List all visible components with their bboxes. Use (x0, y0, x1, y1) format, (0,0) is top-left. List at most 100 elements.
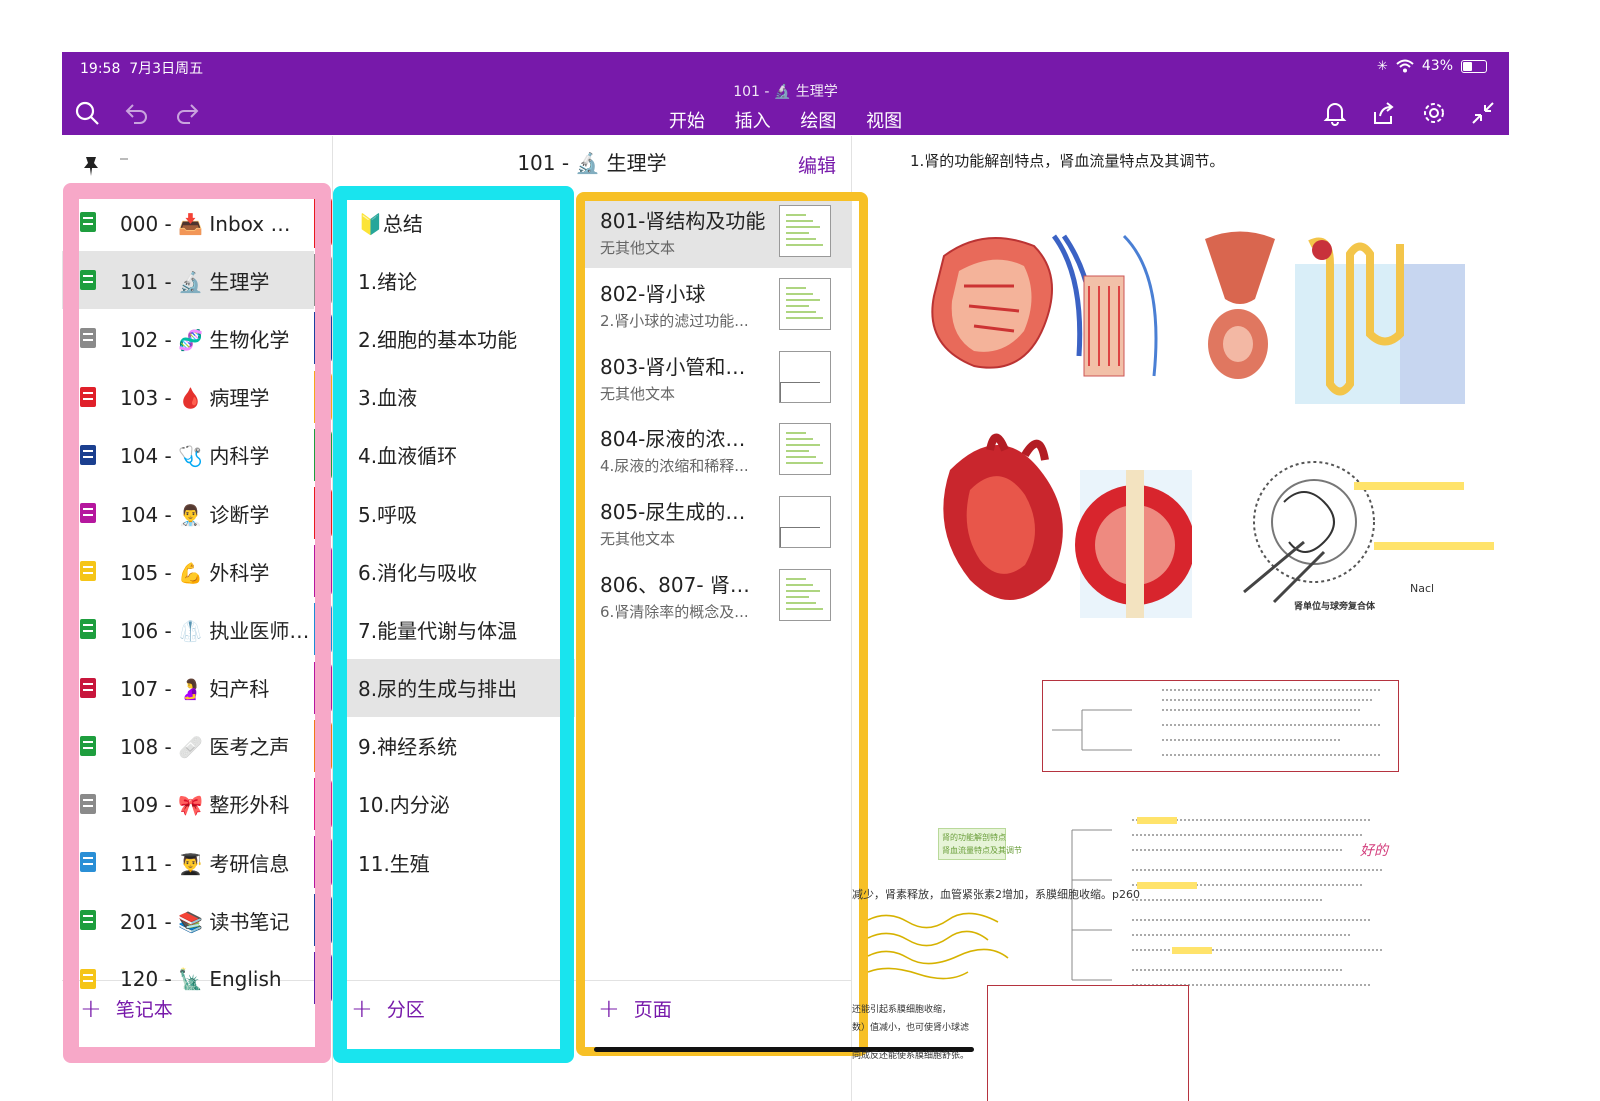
page-item[interactable]: 801-肾结构及功能 无其他文本 (583, 195, 851, 268)
section-item[interactable]: 8.尿的生成与排出 (333, 658, 575, 717)
page-preview: 无其他文本 (600, 384, 676, 403)
notebook-item[interactable]: 104 - 👨‍⚕️ 诊断学 (62, 484, 314, 542)
notebook-icon (80, 386, 96, 407)
page-preview: 无其他文本 (600, 239, 676, 257)
search-icon[interactable] (74, 100, 100, 126)
page-thumbnail (779, 277, 831, 330)
undo-icon[interactable] (124, 100, 150, 126)
notebook-label: 107 - 🤰 妇产科 (120, 677, 270, 702)
notebook-label: 201 - 📚 读书笔记 (120, 909, 290, 934)
section-item[interactable]: 1.绪论 (333, 251, 575, 309)
page-preview: 无其他文本 (600, 530, 676, 549)
activity-icon: ✳ (1376, 58, 1388, 74)
section-item[interactable]: 🔰总结 (333, 193, 575, 251)
notebook-item[interactable]: 104 - 🩺 内科学 (62, 426, 314, 484)
section-item[interactable]: 10.内分泌 (333, 775, 575, 833)
body-text-line: 同成反还能使系膜细胞舒张。 (852, 1051, 970, 1061)
notebook-item[interactable]: 103 - 🩸 病理学 (62, 368, 314, 426)
handwritten-note: 好的 (1360, 843, 1388, 859)
page-title: 802-肾小球 (600, 281, 706, 306)
notebook-item[interactable]: 101 - 🔬 生理学 (62, 251, 314, 310)
section-color-tab[interactable] (314, 719, 332, 772)
gear-icon[interactable] (1421, 100, 1447, 126)
add-section-label: 分区 (386, 999, 425, 1021)
pin-icon[interactable] (80, 155, 102, 177)
page-item[interactable]: 802-肾小球 2.肾小球的滤过功能... (583, 268, 851, 341)
section-label: 4.血液循环 (358, 444, 458, 469)
share-icon[interactable] (1371, 100, 1397, 126)
page-list: 801-肾结构及功能 无其他文本 802-肾小球 2.肾小球的滤过功能... 803-肾… (583, 195, 851, 632)
section-label: 7.能量代谢与体温 (358, 618, 518, 643)
redo-icon[interactable] (174, 100, 200, 126)
section-color-tab[interactable] (314, 894, 332, 947)
bell-icon[interactable] (1322, 100, 1348, 126)
section-color-tab[interactable] (314, 777, 332, 830)
add-notebook-button[interactable]: + 笔记本 (80, 995, 173, 1022)
notebook-label: 102 - 🧬 生物化学 (120, 327, 290, 352)
page-thumbnail (779, 423, 831, 476)
page-item[interactable]: 803-肾小管和… 无其他文本 (583, 341, 851, 414)
plus-icon: + (598, 993, 620, 1024)
add-section-button[interactable]: + 分区 (351, 995, 425, 1022)
notebook-item[interactable]: 111 - 👨‍🎓 考研信息 (62, 833, 314, 891)
tab-draw[interactable]: 绘图 (800, 111, 836, 132)
notebook-label: 106 - 🥼 执业医师… (120, 618, 310, 643)
notebook-item[interactable]: 000 - 📥 Inbox 文… (62, 193, 314, 251)
add-page-button[interactable]: + 页面 (598, 995, 672, 1022)
page-heading: 1.肾的功能解剖特点，肾血流量特点及其调节。 (910, 152, 1225, 170)
section-color-tab[interactable] (314, 952, 332, 1005)
notebook-label: 101 - 🔬 生理学 (120, 269, 270, 294)
tab-view[interactable]: 视图 (866, 111, 902, 132)
notebook-item[interactable]: 105 - 💪 外科学 (62, 542, 314, 600)
notebook-item[interactable]: 109 - 🎀 整形外科 (62, 775, 314, 833)
section-color-tab[interactable] (314, 836, 332, 889)
battery-percent: 43% (1421, 58, 1453, 74)
notebook-icon (80, 619, 96, 640)
tab-home[interactable]: 开始 (669, 111, 705, 132)
section-color-tab[interactable] (314, 370, 332, 423)
notebook-item[interactable]: 102 - 🧬 生物化学 (62, 309, 314, 367)
notebook-item[interactable]: 201 - 📚 读书笔记 (62, 891, 314, 949)
page-item[interactable]: 806、807- 肾… 6.肾清除率的概念及... (583, 559, 851, 632)
notebook-item[interactable]: 107 - 🤰 妇产科 (62, 659, 314, 717)
notebook-item[interactable]: 106 - 🥼 执业医师… (62, 600, 314, 658)
section-item[interactable]: 9.神经系统 (333, 717, 575, 775)
collapse-icon[interactable] (1470, 100, 1496, 126)
section-color-tab[interactable] (314, 196, 332, 248)
notebook-label: 111 - 👨‍🎓 考研信息 (120, 851, 290, 876)
page-item[interactable]: 805-尿生成的… 无其他文本 (583, 486, 851, 559)
section-item[interactable]: 3.血液 (333, 368, 575, 426)
section-color-tab[interactable] (314, 545, 332, 598)
notebook-label: 103 - 🩸 病理学 (120, 386, 270, 411)
edit-button[interactable]: 编辑 (798, 151, 836, 178)
section-color-tab[interactable] (314, 661, 332, 714)
document-title: 101 - 🔬 生理学 (733, 84, 838, 100)
section-item[interactable]: 4.血液循环 (333, 426, 575, 484)
section-item[interactable]: 11.生殖 (333, 833, 575, 891)
section-color-tab[interactable] (314, 486, 332, 539)
mindmap-root-line2: 肾血流量特点及其调节 (942, 846, 1022, 855)
section-item[interactable]: 2.细胞的基本功能 (333, 309, 575, 367)
page-thumbnail (779, 496, 831, 549)
section-item[interactable]: 5.呼吸 (333, 484, 575, 542)
notebook-icon (80, 735, 96, 756)
section-color-tab[interactable] (314, 254, 332, 307)
plus-icon: + (351, 993, 373, 1024)
page-item[interactable]: 804-尿液的浓… 4.尿液的浓缩和稀释... (583, 413, 851, 486)
section-item[interactable]: 7.能量代谢与体温 (333, 600, 575, 658)
section-list: 🔰总结 1.绪论 2.细胞的基本功能 3.血液 4.血液循环 5.呼吸 6.消化与吸收 7.能… (333, 193, 575, 891)
mindmap-lines (1052, 689, 1382, 986)
section-color-tab[interactable] (314, 428, 332, 481)
notebook-list: 000 - 📥 Inbox 文… 101 - 🔬 生理学 102 - 🧬 生物化学 1… (62, 193, 314, 1008)
section-item[interactable]: 6.消化与吸收 (333, 542, 575, 600)
notebook-item[interactable]: 108 - 🩹 医考之声 (62, 717, 314, 775)
section-color-tab[interactable] (314, 312, 332, 365)
juxta-label: 肾单位与球旁复合体 (1294, 602, 1376, 612)
ribbon-tabs: 开始 插入 绘图 视图 (62, 107, 1509, 133)
page-thumbnail (779, 350, 831, 403)
mindmap-root: 肾的功能解剖特点 肾血流量特点及其调节 (938, 828, 1022, 860)
juxtaglomerular-diagram (1204, 442, 1504, 612)
page-canvas[interactable]: 1.肾的功能解剖特点，肾血流量特点及其调节。 肾单位与球旁复合体 Nacl 肾的… (852, 140, 1509, 1101)
tab-insert[interactable]: 插入 (735, 111, 771, 132)
section-color-tab[interactable] (314, 603, 332, 656)
